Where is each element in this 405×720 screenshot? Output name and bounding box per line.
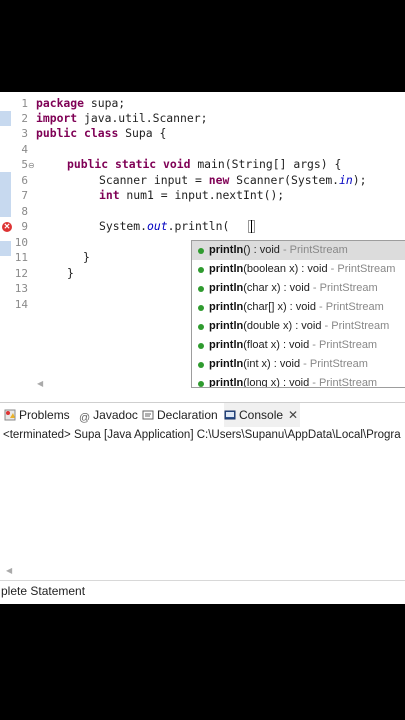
code-editor[interactable]: 1 2 3 4 5 6 7 8 9 10 11 12 13 14 ⊖ ✕ pac…	[0, 92, 405, 388]
completion-item[interactable]: println(double x) : void - PrintStream	[192, 317, 405, 336]
close-icon[interactable]: ✕	[288, 408, 298, 422]
code-line: package supa;	[36, 96, 126, 110]
code-line: public class Supa {	[36, 126, 167, 140]
completion-item[interactable]: println(float x) : void - PrintStream	[192, 336, 405, 355]
code-line: public static void main(String[] args) {	[67, 157, 342, 171]
line-number: 11	[14, 251, 28, 264]
line-number: 2	[21, 112, 28, 125]
console-status: <terminated> Supa [Java Application] C:\…	[3, 429, 401, 441]
line-number: 3	[21, 127, 28, 140]
code-line: int num1 = input.nextInt();	[99, 188, 285, 202]
public-method-icon	[198, 305, 204, 311]
eclipse-window: 1 2 3 4 5 6 7 8 9 10 11 12 13 14 ⊖ ✕ pac…	[0, 92, 405, 604]
tab-console[interactable]: Console ✕	[224, 403, 300, 427]
problems-icon	[4, 409, 16, 421]
line-number: 1	[21, 97, 28, 110]
tab-problems[interactable]: Problems	[4, 403, 70, 427]
public-method-icon	[198, 362, 204, 368]
line-number: 5	[21, 158, 28, 171]
public-method-icon	[198, 267, 204, 273]
public-method-icon	[198, 324, 204, 330]
error-icon[interactable]: ✕	[2, 222, 12, 232]
tab-javadoc[interactable]: @ Javadoc	[79, 403, 138, 427]
horizontal-scrollbar[interactable]: ◀	[37, 379, 405, 388]
completion-item[interactable]: println() : void - PrintStream	[192, 241, 405, 260]
completion-item[interactable]: println(char[] x) : void - PrintStream	[192, 298, 405, 317]
scroll-left-icon[interactable]: ◀	[37, 379, 43, 388]
line-number: 4	[21, 143, 28, 156]
line-number: 6	[21, 174, 28, 187]
line-number: 14	[14, 298, 28, 311]
console-output[interactable]	[0, 444, 405, 564]
completion-item[interactable]: println(boolean x) : void - PrintStream	[192, 260, 405, 279]
code-line: import java.util.Scanner;	[36, 111, 208, 125]
public-method-icon	[198, 343, 204, 349]
content-assist-popup[interactable]: println() : void - PrintStream println(b…	[191, 240, 405, 388]
console-icon	[224, 410, 236, 420]
line-number: 13	[14, 282, 28, 295]
completion-item[interactable]: println(char x) : void - PrintStream	[192, 279, 405, 298]
code-line: System.out.println(	[99, 219, 230, 233]
tab-declaration[interactable]: Declaration	[142, 403, 218, 427]
view-tab-bar: Problems @ Javadoc Declaration Console ✕	[0, 402, 405, 427]
public-method-icon	[198, 248, 204, 254]
fold-collapse-icon[interactable]: ⊖	[28, 161, 35, 170]
line-number: 8	[21, 205, 28, 218]
line-number: 12	[14, 267, 28, 280]
code-line: }	[67, 266, 74, 280]
line-number: 10	[14, 236, 28, 249]
at-sign-icon: @	[79, 412, 91, 424]
scroll-left-icon[interactable]: ◀	[6, 566, 12, 575]
code-line: }	[83, 250, 90, 264]
text-caret	[251, 220, 252, 233]
code-line: Scanner input = new Scanner(System.in);	[99, 173, 367, 187]
public-method-icon	[198, 286, 204, 292]
status-bar: plete Statement	[0, 580, 405, 601]
line-number: 7	[21, 189, 28, 202]
completion-item[interactable]: println(int x) : void - PrintStream	[192, 355, 405, 374]
declaration-icon	[142, 410, 154, 420]
